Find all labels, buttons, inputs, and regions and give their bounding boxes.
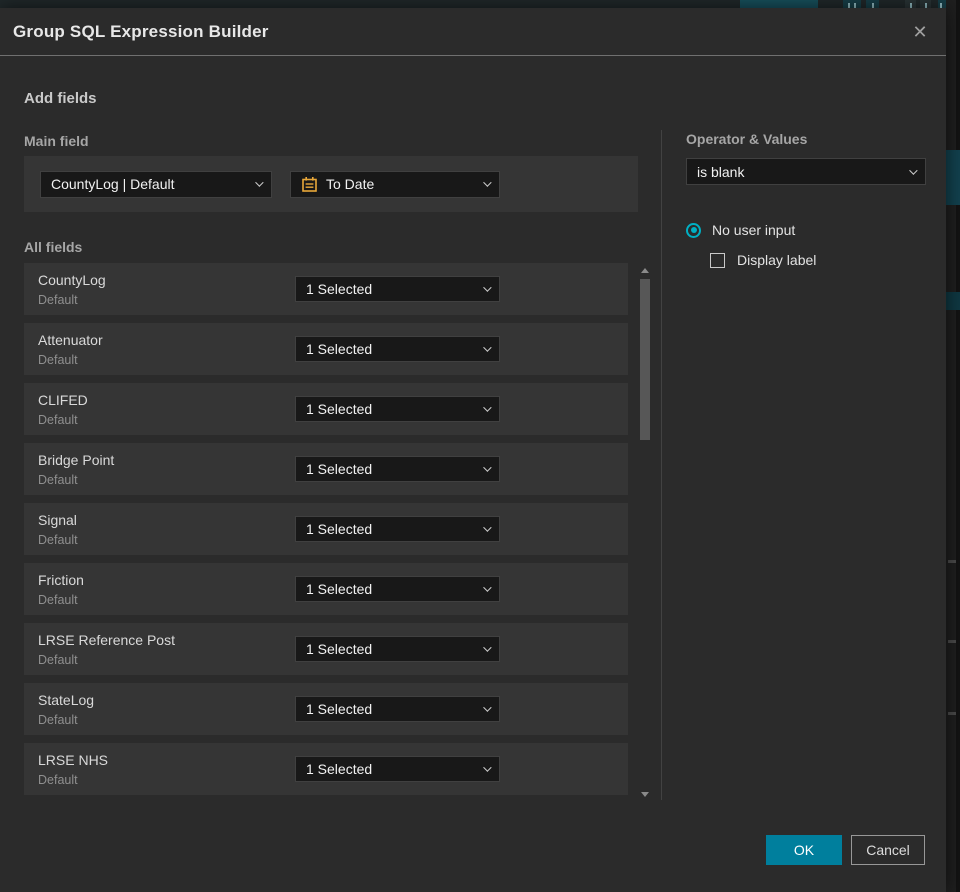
all-fields-list: CountyLog Default 1 Selected Attenuator … bbox=[24, 263, 628, 803]
chevron-down-icon bbox=[483, 283, 492, 292]
group-sql-expression-builder-dialog: Group SQL Expression Builder ✕ Add field… bbox=[0, 8, 946, 892]
field-row: StateLog Default 1 Selected bbox=[24, 683, 628, 735]
field-selected-dropdown-value: 1 Selected bbox=[306, 281, 373, 297]
field-selected-dropdown-value: 1 Selected bbox=[306, 401, 373, 417]
background-text-fragment bbox=[948, 560, 956, 563]
chevron-down-icon bbox=[483, 583, 492, 592]
main-field-type-dropdown[interactable]: To Date bbox=[290, 170, 500, 198]
checkbox-unchecked-icon bbox=[710, 252, 725, 268]
chevron-down-icon bbox=[909, 165, 918, 175]
field-selected-dropdown[interactable]: 1 Selected bbox=[295, 756, 500, 782]
field-selected-dropdown[interactable]: 1 Selected bbox=[295, 516, 500, 542]
field-row: CLIFED Default 1 Selected bbox=[24, 383, 628, 435]
add-fields-heading: Add fields bbox=[24, 90, 97, 107]
field-selected-dropdown-value: 1 Selected bbox=[306, 761, 373, 777]
cancel-button[interactable]: Cancel bbox=[851, 835, 925, 865]
field-row: LRSE NHS Default 1 Selected bbox=[24, 743, 628, 795]
ok-button[interactable]: OK bbox=[766, 835, 842, 865]
chevron-down-icon bbox=[483, 178, 492, 187]
main-field-type-dropdown-value: To Date bbox=[326, 176, 375, 192]
scroll-up-arrow-icon[interactable] bbox=[641, 268, 649, 273]
chevron-down-icon bbox=[483, 643, 492, 652]
background-app-strip: Live view bbox=[0, 0, 960, 8]
background-panel-fragment bbox=[946, 150, 960, 205]
main-field-panel: CountyLog | Default To Date bbox=[24, 156, 638, 212]
field-row: CountyLog Default 1 Selected bbox=[24, 263, 628, 315]
field-row: Bridge Point Default 1 Selected bbox=[24, 443, 628, 495]
chevron-down-icon bbox=[483, 463, 492, 472]
field-selected-dropdown[interactable]: 1 Selected bbox=[295, 696, 500, 722]
scrollbar-thumb[interactable] bbox=[640, 279, 650, 440]
dialog-title: Group SQL Expression Builder bbox=[13, 21, 269, 41]
no-user-input-label: No user input bbox=[712, 222, 796, 238]
chevron-down-icon bbox=[483, 403, 492, 412]
live-view-button[interactable]: Live view bbox=[740, 0, 818, 8]
field-selected-dropdown-value: 1 Selected bbox=[306, 701, 373, 717]
main-field-label: Main field bbox=[24, 133, 89, 149]
chevron-down-icon bbox=[483, 703, 492, 712]
chevron-down-icon bbox=[483, 343, 492, 352]
chevron-down-icon bbox=[483, 763, 492, 772]
field-row: Attenuator Default 1 Selected bbox=[24, 323, 628, 375]
field-selected-dropdown[interactable]: 1 Selected bbox=[295, 576, 500, 602]
field-selected-dropdown[interactable]: 1 Selected bbox=[295, 336, 500, 362]
display-label-checkbox[interactable]: Display label bbox=[710, 252, 816, 268]
main-field-dropdown-value: CountyLog | Default bbox=[51, 176, 175, 192]
field-row: LRSE Reference Post Default 1 Selected bbox=[24, 623, 628, 675]
main-field-dropdown[interactable]: CountyLog | Default bbox=[40, 170, 272, 198]
chevron-down-icon bbox=[483, 523, 492, 532]
operator-dropdown[interactable]: is blank bbox=[686, 158, 926, 185]
background-text-fragment bbox=[948, 712, 956, 715]
operator-values-label: Operator & Values bbox=[686, 131, 808, 147]
fields-list-scrollbar[interactable] bbox=[640, 266, 651, 799]
radio-selected-icon bbox=[686, 222, 701, 238]
field-selected-dropdown-value: 1 Selected bbox=[306, 641, 373, 657]
field-selected-dropdown-value: 1 Selected bbox=[306, 461, 373, 477]
toolbar-fragment-icon bbox=[866, 0, 879, 8]
field-row: Friction Default 1 Selected bbox=[24, 563, 628, 615]
calendar-icon bbox=[301, 176, 318, 193]
chevron-down-icon bbox=[255, 178, 264, 187]
background-text-fragment bbox=[948, 640, 956, 643]
toolbar-fragment-icon bbox=[920, 0, 931, 8]
toolbar-fragment-icon bbox=[905, 0, 916, 8]
field-selected-dropdown[interactable]: 1 Selected bbox=[295, 456, 500, 482]
close-icon[interactable]: ✕ bbox=[900, 8, 940, 56]
scroll-down-arrow-icon[interactable] bbox=[641, 792, 649, 797]
field-selected-dropdown-value: 1 Selected bbox=[306, 341, 373, 357]
column-divider bbox=[661, 130, 662, 800]
no-user-input-radio[interactable]: No user input bbox=[686, 222, 795, 238]
display-label-label: Display label bbox=[737, 252, 817, 268]
all-fields-label: All fields bbox=[24, 239, 83, 255]
field-selected-dropdown[interactable]: 1 Selected bbox=[295, 276, 500, 302]
live-view-label: Live view bbox=[762, 0, 807, 3]
background-right-strip bbox=[946, 0, 960, 892]
field-row: Signal Default 1 Selected bbox=[24, 503, 628, 555]
dialog-header: Group SQL Expression Builder ✕ bbox=[0, 8, 946, 56]
field-selected-dropdown[interactable]: 1 Selected bbox=[295, 396, 500, 422]
field-selected-dropdown-value: 1 Selected bbox=[306, 581, 373, 597]
field-selected-dropdown[interactable]: 1 Selected bbox=[295, 636, 500, 662]
field-selected-dropdown-value: 1 Selected bbox=[306, 521, 373, 537]
background-panel-fragment bbox=[946, 292, 960, 310]
toolbar-fragment-icon bbox=[843, 0, 861, 8]
operator-dropdown-value: is blank bbox=[697, 163, 745, 180]
